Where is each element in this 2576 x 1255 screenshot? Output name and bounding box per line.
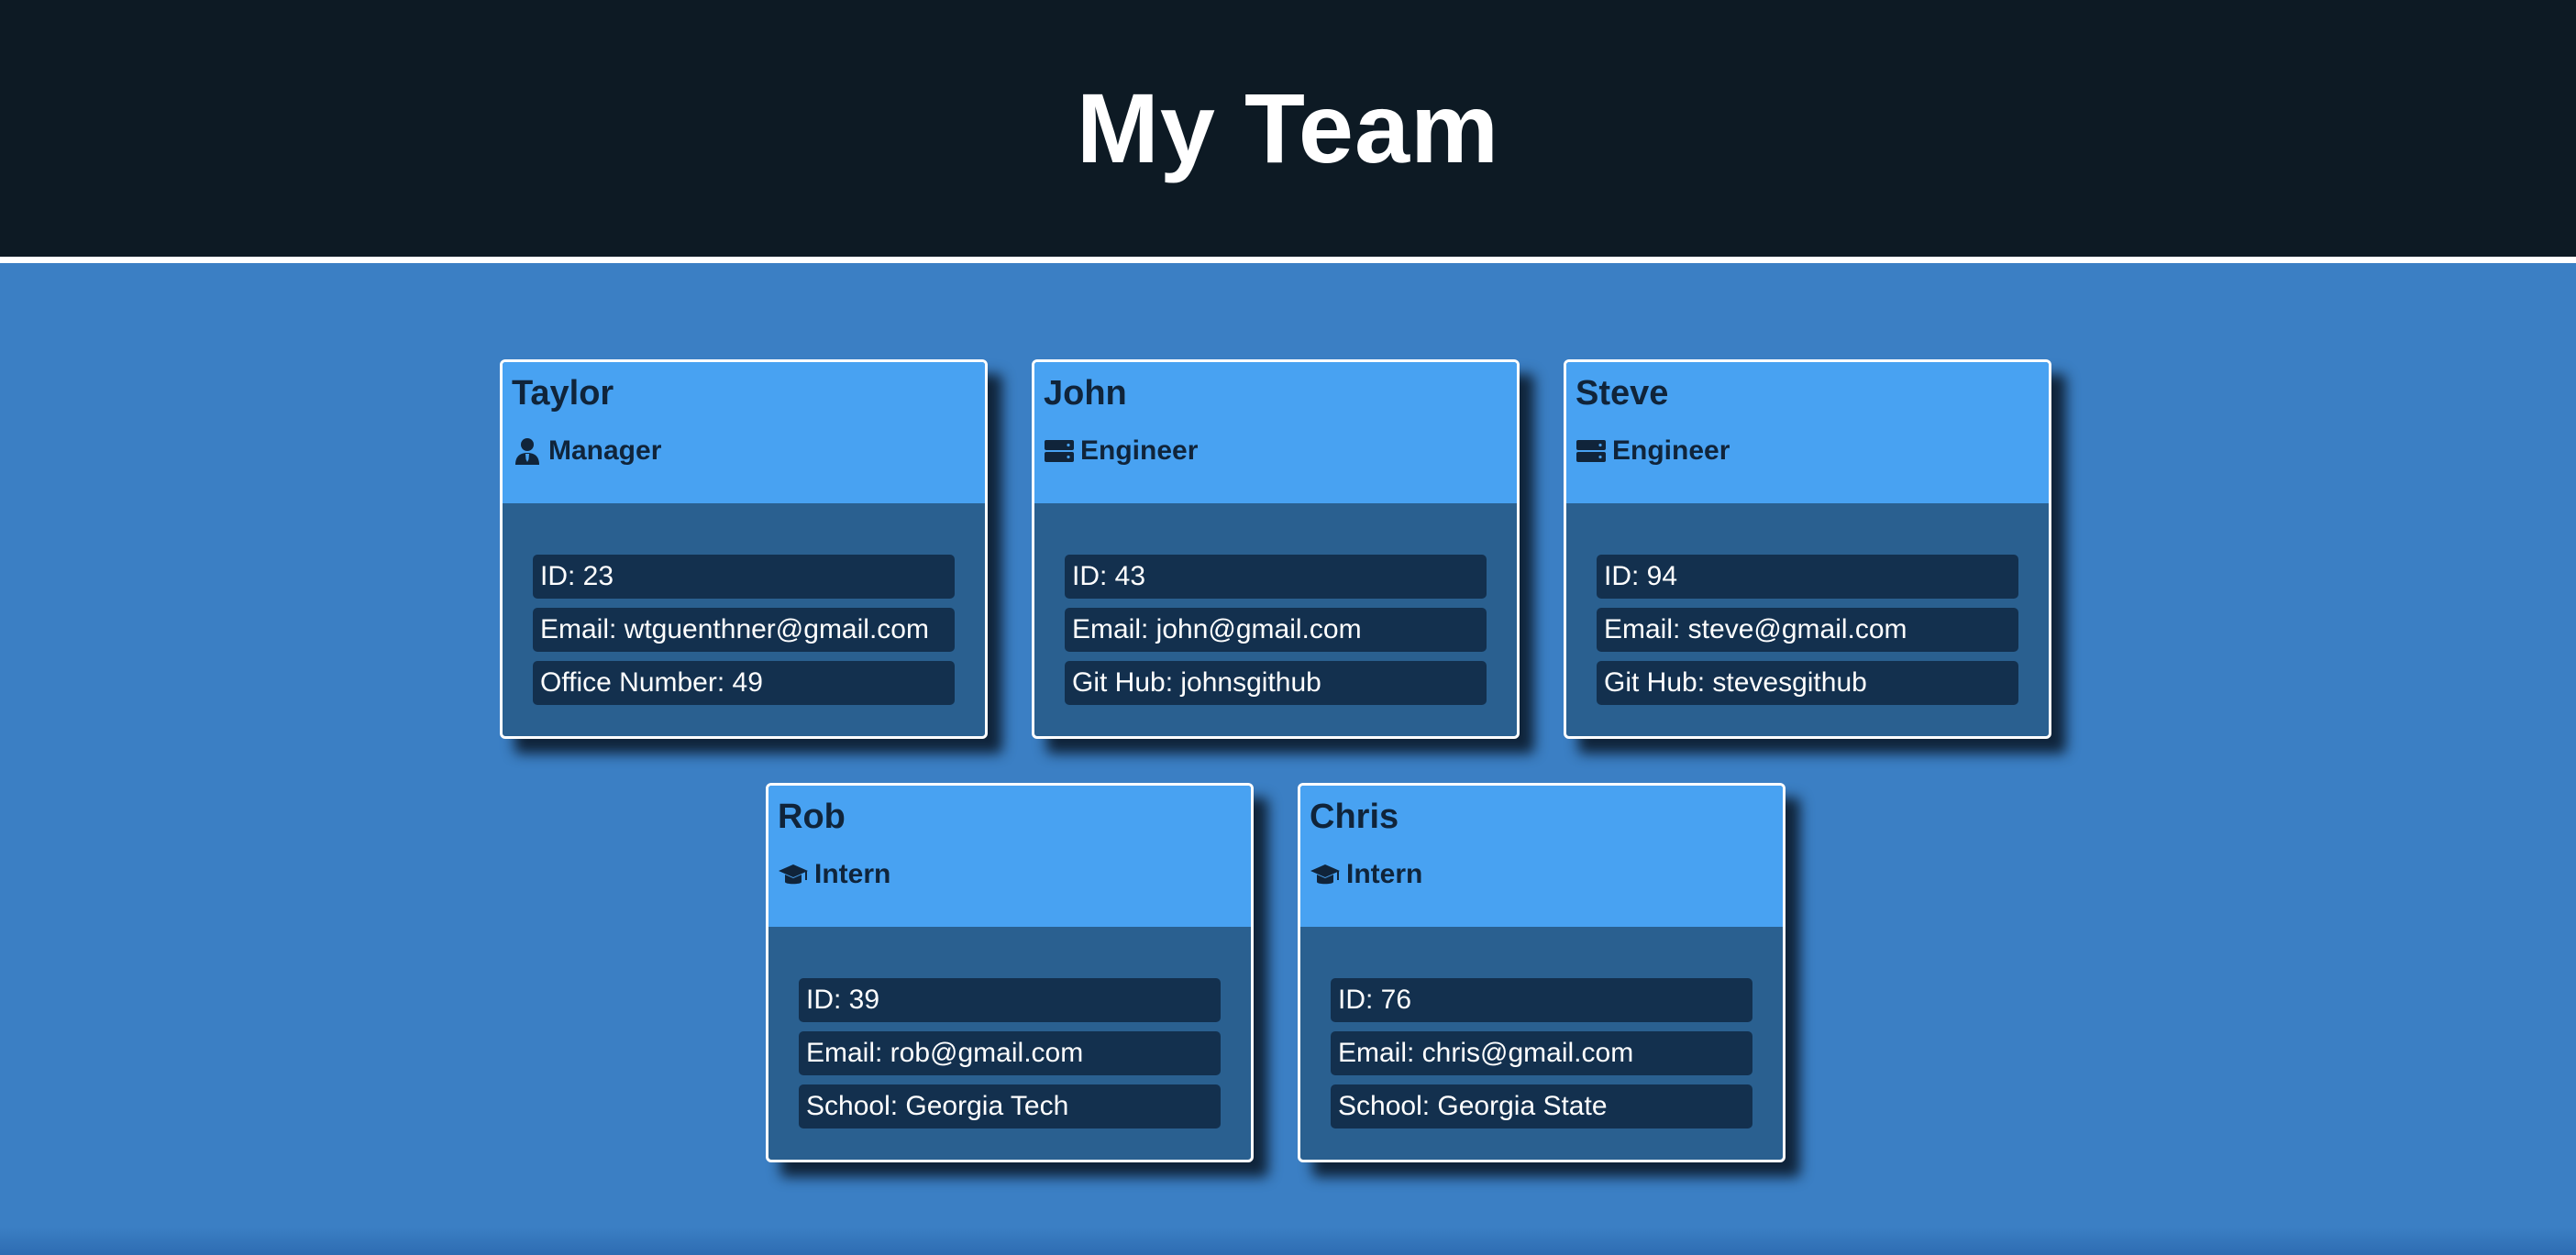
member-id: ID: 76 <box>1331 978 1752 1022</box>
card-header: Rob Intern <box>768 786 1251 927</box>
member-role-label: Intern <box>814 858 891 889</box>
card-header: Taylor Manager <box>503 362 985 503</box>
team-member-card: Taylor Manager ID: 23 Email: wtguenthner… <box>500 359 988 739</box>
member-role: Manager <box>512 435 976 467</box>
server-icon <box>1575 437 1607 465</box>
member-school: School: Georgia Tech <box>799 1084 1221 1128</box>
member-email[interactable]: Email: john@gmail.com <box>1065 608 1487 652</box>
team-member-card: Rob Intern ID: 39 Email: rob@gmail.com S… <box>766 783 1254 1162</box>
member-office-number: Office Number: 49 <box>533 661 955 705</box>
member-role-label: Engineer <box>1080 435 1199 466</box>
member-email[interactable]: Email: chris@gmail.com <box>1331 1031 1752 1075</box>
member-id: ID: 94 <box>1597 555 2018 599</box>
member-github[interactable]: Git Hub: stevesgithub <box>1597 661 2018 705</box>
member-id: ID: 23 <box>533 555 955 599</box>
member-name: Steve <box>1575 374 1669 413</box>
member-id: ID: 43 <box>1065 555 1487 599</box>
card-body: ID: 23 Email: wtguenthner@gmail.com Offi… <box>503 503 985 705</box>
page-header: My Team <box>0 0 2576 263</box>
graduation-cap-icon <box>1310 861 1341 888</box>
card-body: ID: 94 Email: steve@gmail.com Git Hub: s… <box>1566 503 2049 705</box>
server-icon <box>1044 437 1075 465</box>
member-role-label: Manager <box>548 435 662 466</box>
member-email[interactable]: Email: rob@gmail.com <box>799 1031 1221 1075</box>
member-github[interactable]: Git Hub: johnsgithub <box>1065 661 1487 705</box>
graduation-cap-icon <box>778 861 809 888</box>
user-tie-icon <box>512 437 543 465</box>
member-name: Chris <box>1310 798 1399 836</box>
member-role: Intern <box>1310 859 1774 890</box>
bottom-shade <box>0 1227 2576 1255</box>
member-name: Rob <box>778 798 846 836</box>
member-name: Taylor <box>512 374 614 413</box>
card-header: John Engineer <box>1034 362 1517 503</box>
team-member-card: John Engineer ID: 43 Email: john@gmail.c… <box>1032 359 1520 739</box>
card-body: ID: 39 Email: rob@gmail.com School: Geor… <box>768 927 1251 1128</box>
member-email[interactable]: Email: steve@gmail.com <box>1597 608 2018 652</box>
card-body: ID: 43 Email: john@gmail.com Git Hub: jo… <box>1034 503 1517 705</box>
member-school: School: Georgia State <box>1331 1084 1752 1128</box>
member-email[interactable]: Email: wtguenthner@gmail.com <box>533 608 955 652</box>
member-name: John <box>1044 374 1127 413</box>
member-role: Engineer <box>1044 435 1508 467</box>
card-header: Steve Engineer <box>1566 362 2049 503</box>
page-title: My Team <box>1076 72 1500 183</box>
card-header: Chris Intern <box>1300 786 1783 927</box>
team-member-card: Steve Engineer ID: 94 Email: steve@gmail… <box>1564 359 2051 739</box>
team-member-card: Chris Intern ID: 76 Email: chris@gmail.c… <box>1298 783 1786 1162</box>
member-role-label: Intern <box>1346 858 1423 889</box>
member-role: Intern <box>778 859 1242 890</box>
member-id: ID: 39 <box>799 978 1221 1022</box>
card-body: ID: 76 Email: chris@gmail.com School: Ge… <box>1300 927 1783 1128</box>
member-role: Engineer <box>1575 435 2040 467</box>
member-role-label: Engineer <box>1612 435 1730 466</box>
